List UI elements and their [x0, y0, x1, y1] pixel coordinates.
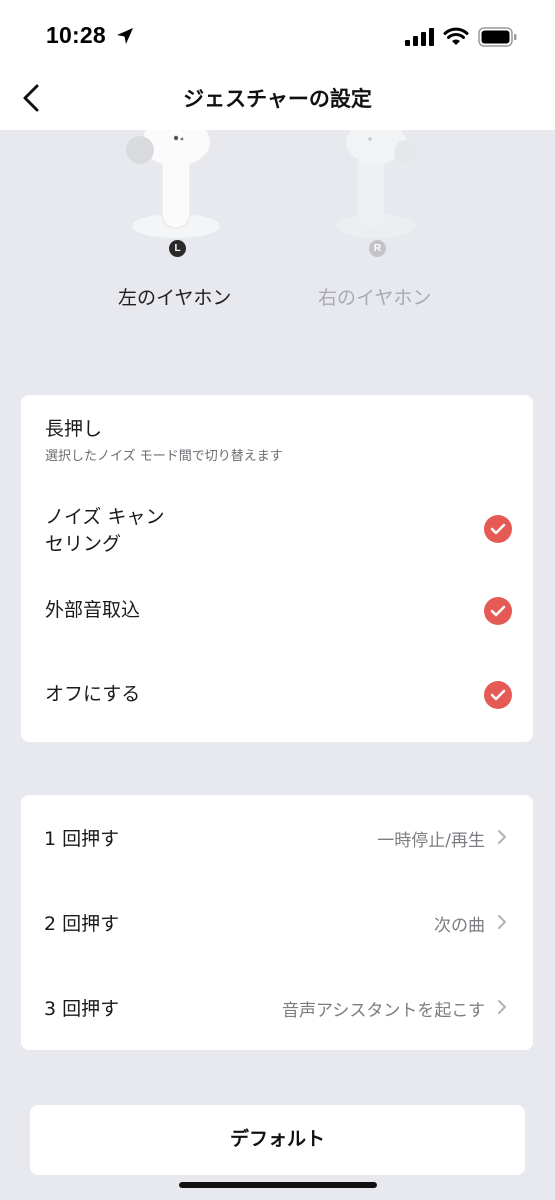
long-press-card: 長押し 選択したノイズ モード間で切り替えます ノイズ キャン セリング 外部音…: [21, 395, 533, 742]
press-actions-card: 1 回押す 一時停止/再生 2 回押す 次の曲 3 回押す 音声アシスタントを起…: [21, 795, 533, 1050]
triple-press-row[interactable]: 3 回押す 音声アシスタントを起こす: [21, 965, 533, 1049]
action-label: 3 回押す: [44, 998, 120, 1020]
right-earbud-tab[interactable]: 右のイヤホン: [318, 283, 431, 310]
double-press-row[interactable]: 2 回押す 次の曲: [21, 880, 533, 964]
left-earbud-badge: L: [169, 240, 186, 257]
location-arrow-icon: [117, 28, 133, 44]
cellular-signal-icon: [405, 28, 434, 46]
chevron-right-icon: [498, 1000, 506, 1014]
long-press-title: 長押し: [45, 418, 103, 440]
chevron-right-icon: [498, 915, 506, 929]
long-press-subtitle: 選択したノイズ モード間で切り替えます: [45, 449, 283, 464]
action-value: 一時停止/再生: [377, 831, 485, 851]
battery-icon: [478, 27, 517, 47]
left-earbud-image[interactable]: [118, 130, 228, 240]
left-earbud-tab[interactable]: 左のイヤホン: [118, 283, 231, 310]
checkmark-icon[interactable]: [484, 597, 512, 625]
wifi-icon: [443, 27, 469, 45]
mode-label-line2: セリング: [45, 533, 122, 555]
right-earbud-badge: R: [369, 240, 386, 257]
single-press-row[interactable]: 1 回押す 一時停止/再生: [21, 795, 533, 879]
action-label: 1 回押す: [44, 828, 120, 850]
chevron-right-icon: [498, 830, 506, 844]
top-bar: 10:28 ジェスチャーの設定: [0, 0, 555, 130]
status-time: 10:28: [46, 22, 106, 48]
mode-row-ambient-sound[interactable]: 外部音取込: [21, 591, 533, 641]
page-title: ジェスチャーの設定: [183, 87, 372, 111]
mode-row-off[interactable]: オフにする: [21, 675, 533, 725]
checkmark-icon[interactable]: [484, 681, 512, 709]
action-value: 次の曲: [434, 916, 485, 936]
mode-label: 外部音取込: [45, 599, 141, 621]
action-value: 音声アシスタントを起こす: [282, 1001, 485, 1021]
action-label: 2 回押す: [44, 913, 120, 935]
default-button[interactable]: デフォルト: [30, 1105, 525, 1175]
mode-label: オフにする: [45, 683, 141, 705]
default-button-label: デフォルト: [229, 1129, 325, 1150]
checkmark-icon[interactable]: [484, 515, 512, 543]
mode-row-noise-cancelling[interactable]: ノイズ キャン セリング: [21, 499, 533, 563]
home-indicator[interactable]: [179, 1182, 377, 1188]
right-earbud-image[interactable]: [318, 130, 428, 240]
mode-label-line1: ノイズ キャン: [45, 506, 165, 528]
